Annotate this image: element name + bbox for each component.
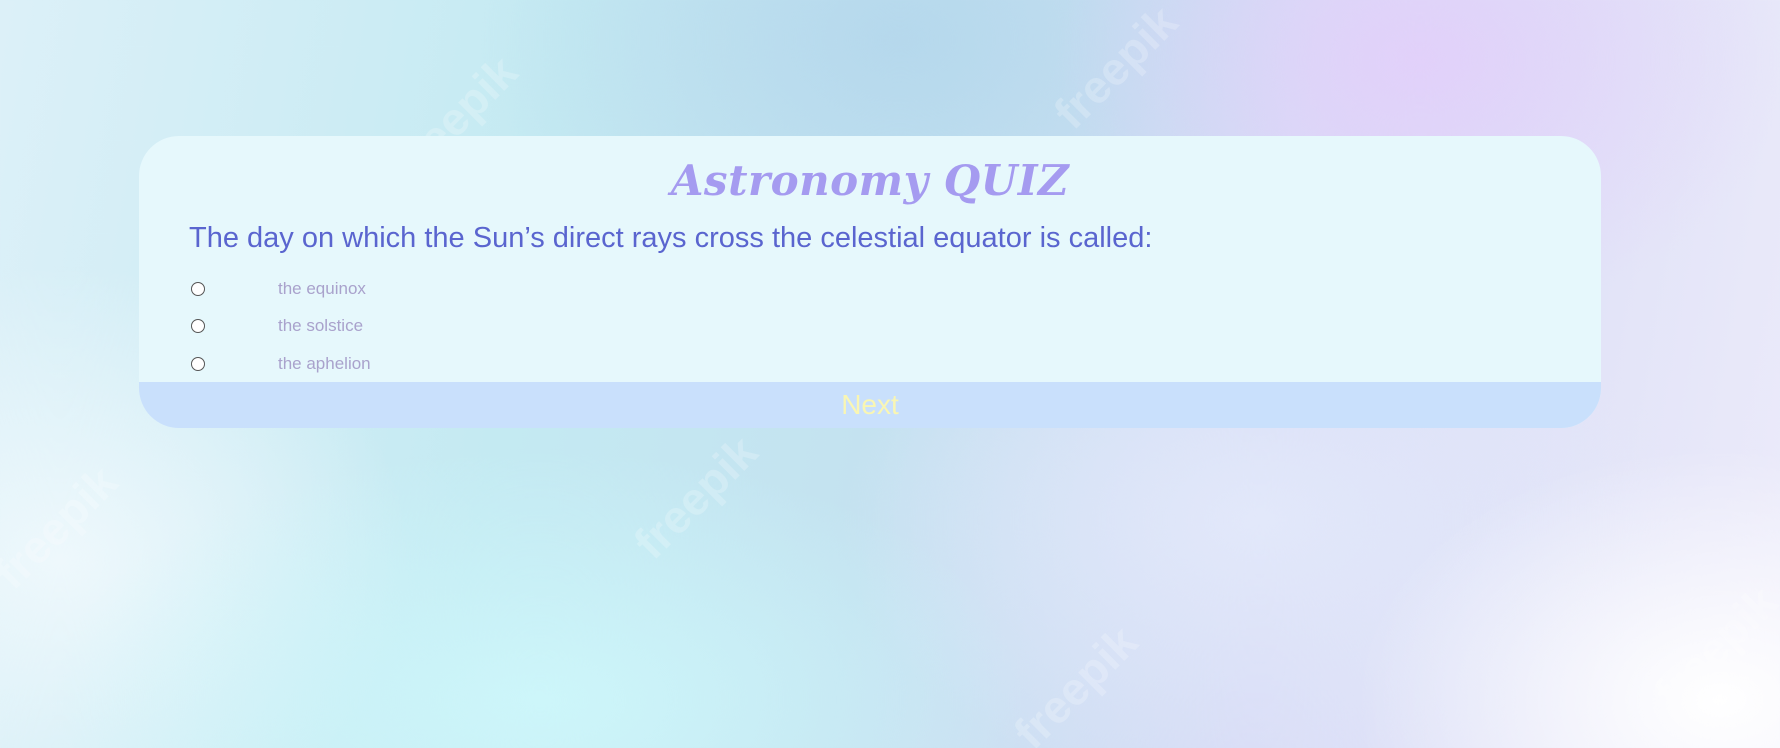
answer-option[interactable]: the aphelion <box>189 345 371 383</box>
watermark-text: freepik <box>623 425 768 569</box>
answer-label[interactable]: the equinox <box>278 279 366 299</box>
answer-list: the equinox the solstice the aphelion <box>189 270 371 383</box>
watermark-text: freepik <box>0 455 128 599</box>
radio-button[interactable] <box>191 319 205 334</box>
answer-label[interactable]: the solstice <box>278 316 363 336</box>
answer-option[interactable]: the solstice <box>189 308 371 346</box>
question-text: The day on which the Sun’s direct rays c… <box>189 222 1153 254</box>
next-button[interactable]: Next <box>139 382 1601 428</box>
quiz-title: Astronomy QUIZ <box>670 156 1070 205</box>
watermark-text: freepik <box>1003 615 1148 748</box>
quiz-page: { "quiz": { "title": "Astronomy QUIZ", "… <box>0 0 1780 748</box>
watermark-text: freepik <box>1043 0 1188 139</box>
answer-label[interactable]: the aphelion <box>278 354 371 374</box>
watermark-text: freepik <box>1643 575 1780 719</box>
radio-button[interactable] <box>191 281 205 296</box>
radio-button[interactable] <box>191 356 205 371</box>
quiz-card: Astronomy QUIZ The day on which the Sun’… <box>139 136 1601 428</box>
answer-option[interactable]: the equinox <box>189 270 371 308</box>
